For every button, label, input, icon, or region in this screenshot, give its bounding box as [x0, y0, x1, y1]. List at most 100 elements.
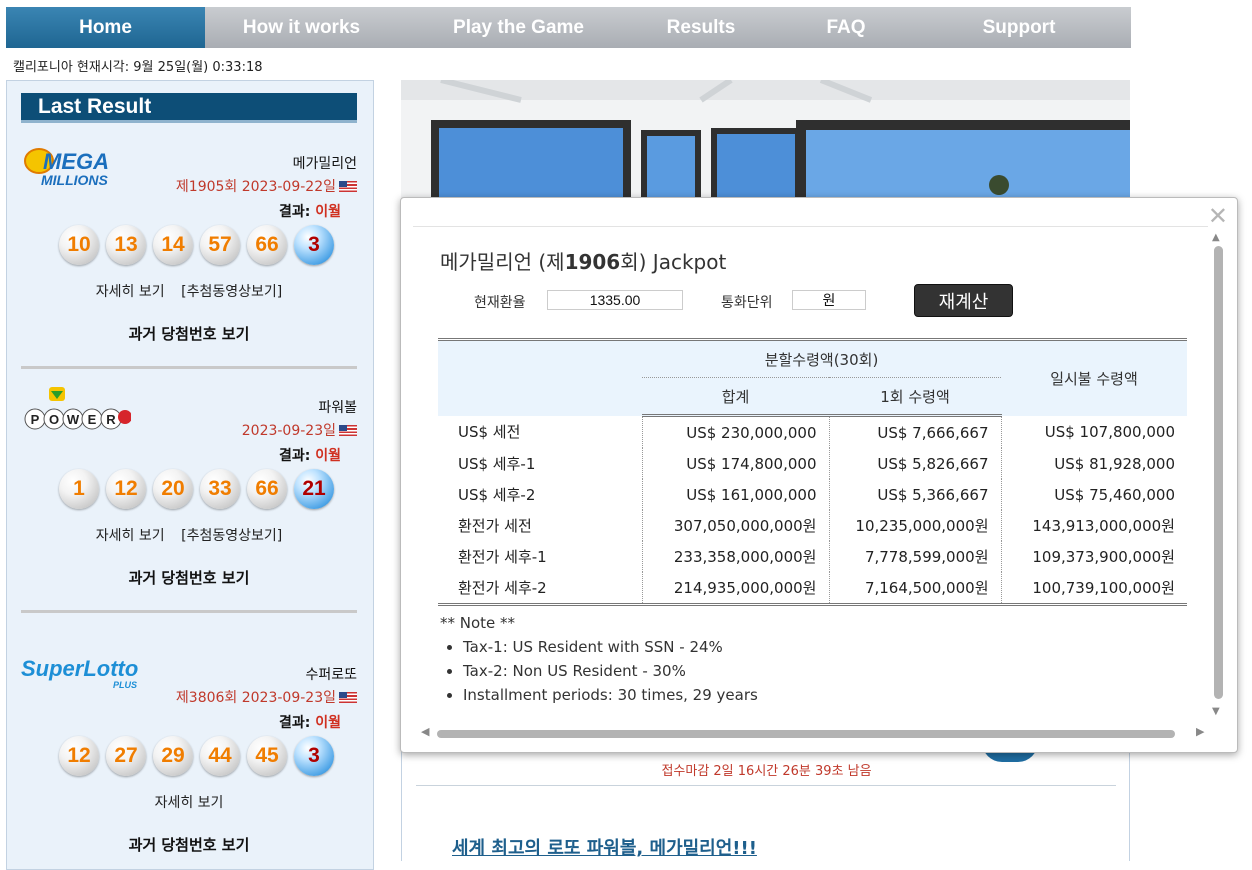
- svg-text:E: E: [88, 412, 97, 427]
- powerball-logo: P O W E R: [21, 387, 132, 437]
- svg-text:MILLIONS: MILLIONS: [41, 172, 109, 188]
- recalculate-button[interactable]: 재계산: [914, 284, 1013, 317]
- headline-link[interactable]: 세계 최고의 로또 파워볼, 메가밀리언!!!: [452, 834, 757, 860]
- us-flag-icon: [339, 692, 357, 703]
- winning-numbers: 1 12 20 33 66 21: [59, 469, 341, 513]
- number-ball: 57: [200, 225, 240, 265]
- lottery-links: 자세히 보기: [21, 792, 357, 812]
- draw-video-link[interactable]: [추첨동영상보기]: [181, 528, 282, 544]
- scroll-up-icon[interactable]: ▲: [1212, 232, 1220, 243]
- number-ball: 12: [59, 736, 99, 776]
- svg-text:O: O: [49, 412, 59, 427]
- nav-support[interactable]: Support: [929, 7, 1109, 48]
- lottery-card-superlotto-plus: SuperLotto PLUS 수퍼로또 제3806회 2023-09-23일 …: [21, 654, 357, 854]
- lottery-links: 자세히 보기 [추첨동영상보기]: [21, 281, 357, 301]
- number-ball: 45: [247, 736, 287, 776]
- nav-play-the-game[interactable]: Play the Game: [398, 7, 639, 48]
- past-numbers-link[interactable]: 과거 당첨번호 보기: [21, 323, 357, 344]
- divider: [21, 610, 357, 613]
- svg-text:PLUS: PLUS: [113, 680, 137, 690]
- lottery-result: 결과: 이월: [279, 715, 341, 731]
- winning-numbers: 12 27 29 44 45 3: [59, 736, 341, 780]
- number-ball: 44: [200, 736, 240, 776]
- bonus-ball: 3: [294, 225, 334, 265]
- exchange-rate-label: 현재환율: [474, 295, 526, 311]
- number-ball: 10: [59, 225, 99, 265]
- table-row: 환전가 세전 307,050,000,000원 10,235,000,000원 …: [438, 510, 1187, 541]
- lottery-result: 결과: 이월: [279, 204, 341, 220]
- lottery-name: 파워볼: [318, 400, 357, 416]
- past-numbers-link[interactable]: 과거 당첨번호 보기: [21, 834, 357, 855]
- number-ball: 29: [153, 736, 193, 776]
- number-ball: 66: [247, 469, 287, 509]
- header-lump-sum: 일시불 수령액: [1001, 338, 1187, 416]
- header-per-payment: 1회 수령액: [829, 377, 1001, 417]
- table-row: 환전가 세후-2 214,935,000,000원 7,164,500,000원…: [438, 572, 1187, 606]
- table-row: 환전가 세후-1 233,358,000,000원 7,778,599,000원…: [438, 541, 1187, 572]
- bonus-ball: 3: [294, 736, 334, 776]
- entry-deadline: 접수마감 2일 16시간 26분 39초 남음: [661, 764, 872, 779]
- lottery-draw-date: 제3806회 2023-09-23일: [176, 687, 357, 707]
- close-icon[interactable]: ✕: [1208, 202, 1228, 230]
- scroll-down-icon[interactable]: ▼: [1212, 706, 1220, 717]
- mega-millions-logo: MEGA MILLIONS: [21, 143, 131, 193]
- number-ball: 12: [106, 469, 146, 509]
- horizontal-scrollbar[interactable]: [437, 730, 1175, 738]
- lottery-card-powerball: P O W E R 파워볼 2023-09-23일 결과: 이월 1 12 20 33…: [21, 387, 357, 587]
- nav-how-it-works[interactable]: How it works: [205, 7, 398, 48]
- table-corner: [438, 338, 642, 416]
- notes-list: Tax-1: US Resident with SSN - 24% Tax-2:…: [445, 635, 758, 707]
- note-title: ** Note **: [440, 614, 516, 632]
- note-item: Tax-1: US Resident with SSN - 24%: [463, 635, 758, 659]
- lottery-draw-date: 2023-09-23일: [242, 420, 357, 440]
- exchange-rate-input[interactable]: [547, 290, 683, 310]
- divider: [413, 226, 1208, 227]
- lottery-name: 수퍼로또: [305, 667, 357, 683]
- note-item: Installment periods: 30 times, 29 years: [463, 683, 758, 707]
- number-ball: 33: [200, 469, 240, 509]
- header-total: 합계: [642, 377, 829, 417]
- california-clock: 캘리포니아 현재시각: 9월 25일(월) 0:33:18: [13, 60, 263, 75]
- lottery-links: 자세히 보기 [추첨동영상보기]: [21, 525, 357, 545]
- table-row: US$ 세후-2 US$ 161,000,000 US$ 5,366,667 U…: [438, 479, 1187, 510]
- jackpot-popup: ✕ 메가밀리언 (제1906회) Jackpot 현재환율 통화단위 재계산 분…: [400, 197, 1238, 753]
- number-ball: 27: [106, 736, 146, 776]
- number-ball: 1: [59, 469, 99, 509]
- draw-video-link[interactable]: [추첨동영상보기]: [181, 284, 282, 300]
- nav-results[interactable]: Results: [639, 7, 763, 48]
- scroll-left-icon[interactable]: ◀: [421, 725, 429, 738]
- main-nav: Home How it works Play the Game Results …: [6, 7, 1131, 48]
- jackpot-table: 분할수령액(30회) 일시불 수령액 합계 1회 수령액 US$ 세전 US$ …: [438, 338, 1187, 606]
- divider: [416, 785, 1116, 786]
- lottery-result: 결과: 이월: [279, 448, 341, 464]
- us-flag-icon: [339, 181, 357, 192]
- details-link[interactable]: 자세히 보기: [96, 284, 165, 300]
- svg-text:R: R: [106, 412, 116, 427]
- nav-home[interactable]: Home: [6, 7, 205, 48]
- winning-numbers: 10 13 14 57 66 3: [59, 225, 341, 269]
- lottery-name: 메가밀리언: [292, 156, 357, 172]
- details-link[interactable]: 자세히 보기: [155, 795, 224, 811]
- lottery-card-mega-millions: MEGA MILLIONS 메가밀리언 제1905회 2023-09-22일 결…: [21, 143, 357, 343]
- scroll-right-icon[interactable]: ▶: [1196, 725, 1204, 738]
- past-numbers-link[interactable]: 과거 당첨번호 보기: [21, 567, 357, 588]
- lottery-draw-date: 제1905회 2023-09-22일: [176, 176, 357, 196]
- note-item: Tax-2: Non US Resident - 30%: [463, 659, 758, 683]
- divider: [21, 366, 357, 369]
- table-row: US$ 세전 US$ 230,000,000 US$ 7,666,667 US$…: [438, 415, 1187, 448]
- superlotto-plus-logo: SuperLotto PLUS: [21, 654, 138, 704]
- sidebar-title: Last Result: [21, 93, 357, 123]
- details-link[interactable]: 자세히 보기: [96, 528, 165, 544]
- main-content: 접수마감 2일 16시간 26분 39초 남음 세계 최고의 로또 파워볼, 메…: [401, 742, 1130, 861]
- number-ball: 20: [153, 469, 193, 509]
- popup-title: 메가밀리언 (제1906회) Jackpot: [440, 250, 727, 274]
- nav-faq[interactable]: FAQ: [763, 7, 929, 48]
- svg-text:SuperLotto: SuperLotto: [21, 656, 138, 681]
- number-ball: 66: [247, 225, 287, 265]
- vertical-scrollbar[interactable]: [1214, 246, 1223, 699]
- number-ball: 14: [153, 225, 193, 265]
- svg-text:MEGA: MEGA: [43, 149, 109, 174]
- bonus-ball: 21: [294, 469, 334, 509]
- table-row: US$ 세후-1 US$ 174,800,000 US$ 5,826,667 U…: [438, 448, 1187, 479]
- currency-unit-input[interactable]: [792, 290, 866, 310]
